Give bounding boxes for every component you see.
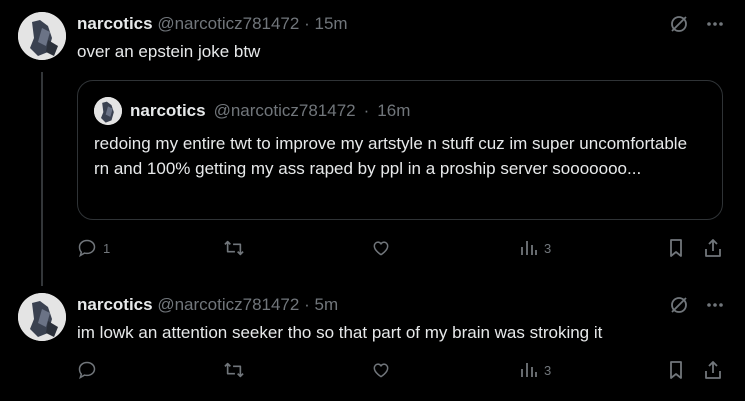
quote-timestamp: 16m: [377, 101, 411, 120]
action-bar: 1 3: [77, 238, 727, 262]
bookmark-icon: [666, 360, 686, 380]
like-button[interactable]: [371, 238, 397, 258]
more-icon[interactable]: [705, 14, 725, 34]
like-icon: [371, 238, 391, 258]
views-icon: [518, 238, 538, 258]
share-button[interactable]: [703, 238, 723, 258]
quoted-post[interactable]: narcotics @narcoticz781472 · 16m redoing…: [77, 80, 723, 220]
quote-avatar: [94, 97, 122, 125]
repost-icon: [223, 360, 245, 380]
reply-button[interactable]: 1: [77, 238, 110, 258]
repost-icon: [223, 238, 245, 258]
grok-icon[interactable]: [669, 295, 689, 315]
reply-button[interactable]: [77, 360, 103, 380]
separator: ·: [304, 14, 310, 33]
repost-button[interactable]: [223, 360, 251, 380]
timestamp[interactable]: 15m: [314, 14, 347, 33]
views-button[interactable]: 3: [518, 238, 551, 258]
views-count: 3: [544, 240, 552, 256]
post-header: narcotics @narcoticz781472 · 15m: [77, 14, 348, 34]
views-button[interactable]: 3: [518, 360, 551, 380]
post-header: narcotics @narcoticz781472 · 5m: [77, 295, 338, 315]
avatar-image: [18, 12, 66, 60]
avatar[interactable]: [18, 293, 66, 341]
display-name[interactable]: narcotics: [77, 14, 153, 33]
avatar[interactable]: [18, 12, 66, 60]
action-bar: 3: [77, 360, 727, 384]
handle[interactable]: @narcoticz781472: [157, 295, 299, 314]
reply-count: 1: [103, 240, 111, 256]
share-button[interactable]: [703, 360, 723, 380]
grok-icon[interactable]: [669, 14, 689, 34]
quote-display-name: narcotics: [130, 101, 206, 120]
quote-header: narcotics @narcoticz781472 · 16m: [94, 97, 410, 125]
reply-icon: [77, 360, 97, 380]
post[interactable]: narcotics @narcoticz781472 · 15m over an…: [0, 0, 745, 286]
views-icon: [518, 360, 538, 380]
like-icon: [371, 360, 391, 380]
separator: ·: [304, 295, 310, 314]
more-icon[interactable]: [705, 295, 725, 315]
views-count: 3: [544, 362, 552, 378]
timestamp[interactable]: 5m: [314, 295, 338, 314]
bookmark-icon: [666, 238, 686, 258]
like-button[interactable]: [371, 360, 397, 380]
post[interactable]: narcotics @narcoticz781472 · 5m im lowk …: [0, 285, 745, 401]
avatar-image: [18, 293, 66, 341]
thread-line: [41, 72, 43, 286]
post-text: over an epstein joke btw: [77, 42, 261, 61]
quote-handle: @narcoticz781472: [213, 101, 356, 120]
share-icon: [703, 238, 723, 258]
repost-button[interactable]: [223, 238, 251, 258]
quote-separator: ·: [363, 101, 370, 120]
reply-icon: [77, 238, 97, 258]
display-name[interactable]: narcotics: [77, 295, 153, 314]
post-text: im lowk an attention seeker tho so that …: [77, 323, 603, 342]
bookmark-button[interactable]: [666, 360, 686, 380]
handle[interactable]: @narcoticz781472: [157, 14, 299, 33]
share-icon: [703, 360, 723, 380]
quote-text: redoing my entire twt to improve my arts…: [94, 134, 688, 178]
bookmark-button[interactable]: [666, 238, 686, 258]
